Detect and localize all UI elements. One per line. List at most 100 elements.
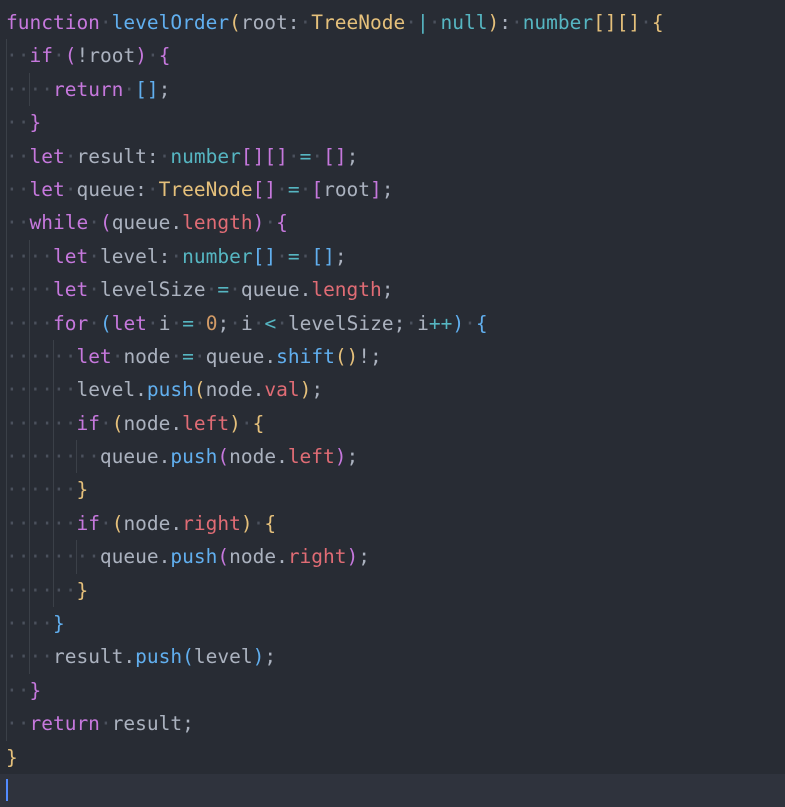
indent-guide [29, 273, 31, 307]
indent-guide [6, 673, 7, 708]
code-line[interactable]: ··} [0, 673, 785, 708]
token-plain: . [264, 344, 277, 368]
token-plain: root [88, 44, 136, 68]
token-builtin: number [182, 244, 253, 268]
code-line[interactable]: ····for·(let·i·=·0;·i·<·levelSize;·i++)·… [0, 306, 785, 340]
token-b3: ) [252, 645, 265, 669]
token-plain: . [276, 445, 288, 469]
token-plain: ; [370, 344, 382, 368]
code-line[interactable]: ······} [0, 573, 785, 608]
leading-whitespace: ······ [6, 478, 77, 502]
code-line[interactable]: ··if·(!root)·{ [0, 39, 785, 73]
code-line[interactable]: ······if·(node.left)·{ [0, 406, 785, 441]
code-line[interactable]: ····let·levelSize·=·queue.length; [0, 273, 785, 307]
token-b1: } [6, 745, 18, 769]
whitespace: · [264, 211, 277, 235]
token-op: = [287, 177, 300, 201]
token-plain: . [299, 278, 312, 302]
code-editor[interactable]: function·levelOrder(root:·TreeNode·|·nul… [0, 0, 785, 807]
token-plain: . [135, 378, 147, 402]
code-content[interactable]: function·levelOrder(root:·TreeNode·|·nul… [0, 6, 785, 807]
code-line[interactable]: ······} [0, 473, 785, 507]
code-line[interactable]: ··return·result; [0, 707, 785, 741]
token-plain: ; [381, 278, 394, 302]
leading-whitespace: ·· [6, 177, 30, 201]
indent-guide [29, 640, 31, 674]
indent-guide [29, 473, 31, 507]
whitespace: · [287, 144, 300, 168]
token-plain: . [276, 545, 288, 569]
whitespace: · [146, 177, 159, 201]
token-b2: ] [370, 177, 382, 201]
code-line[interactable]: ····result.push(level); [0, 640, 785, 674]
token-plain: root [240, 11, 288, 34]
token-plain: ; [311, 378, 324, 402]
token-type: TreeNode [311, 11, 406, 34]
whitespace: · [64, 177, 77, 201]
code-line[interactable]: ··let·queue:·TreeNode[]·=·[root]; [0, 172, 785, 207]
whitespace: · [146, 311, 159, 335]
token-b3: [] [135, 77, 159, 101]
whitespace: · [252, 511, 265, 535]
indent-guide [52, 573, 54, 608]
code-line[interactable]: } [0, 741, 785, 774]
token-kw: let [52, 278, 89, 302]
token-b2: [] [264, 144, 288, 168]
indent-guide [52, 406, 54, 441]
token-b3: } [52, 612, 65, 636]
indent-guide [29, 339, 31, 374]
leading-whitespace: ·· [6, 111, 30, 135]
code-line[interactable]: ··while·(queue.length)·{ [0, 206, 785, 240]
code-line[interactable]: ······if·(node.right)·{ [0, 506, 785, 541]
token-b2: { [158, 44, 171, 68]
leading-whitespace: ·· [6, 44, 30, 68]
token-plain: node [229, 545, 277, 569]
token-plain: . [123, 645, 136, 669]
code-line[interactable]: ······let·node·=·queue.shift()!; [0, 339, 785, 374]
token-plain: : [499, 11, 511, 34]
code-line[interactable]: ··} [0, 106, 785, 140]
token-plain: : [158, 244, 171, 268]
indent-guide [6, 106, 7, 140]
token-plain: . [170, 411, 183, 435]
token-plain: levelSize [287, 311, 394, 335]
token-plain: . [252, 378, 265, 402]
code-line[interactable]: ····} [0, 607, 785, 641]
code-line[interactable]: ····return·[]; [0, 72, 785, 107]
token-plain: i [240, 311, 253, 335]
token-b1: } [76, 478, 89, 502]
code-line[interactable]: ········queue.push(node.left); [0, 440, 785, 474]
token-plain: queue [76, 177, 136, 201]
token-plain: result [111, 712, 183, 736]
whitespace: · [464, 311, 476, 335]
code-line[interactable] [0, 773, 785, 807]
indent-guide [29, 573, 31, 608]
code-line[interactable]: ········queue.push(node.right); [0, 540, 785, 574]
token-prop: length [182, 211, 253, 235]
whitespace: · [276, 177, 288, 201]
code-line[interactable]: function·levelOrder(root:·TreeNode·|·nul… [0, 6, 785, 39]
token-b2: ) [135, 44, 147, 68]
token-plain: level [99, 244, 159, 268]
token-b1: [] [593, 11, 617, 34]
token-b1: ( [193, 378, 206, 402]
code-line[interactable]: ······level.push(node.val); [0, 373, 785, 407]
whitespace: · [88, 278, 100, 302]
token-b1: { [651, 11, 664, 34]
token-fn: levelOrder [111, 11, 230, 34]
token-num: 0 [205, 311, 218, 335]
token-b1: ) [240, 511, 253, 535]
whitespace: · [229, 311, 241, 335]
token-builtin: | [416, 11, 429, 34]
token-fn: shift [276, 344, 335, 368]
whitespace: · [88, 211, 100, 235]
code-line[interactable]: ····let·level:·number[]·=·[]; [0, 239, 785, 274]
token-b1: ( [229, 11, 241, 34]
token-builtin: number [170, 144, 241, 168]
code-line[interactable]: ··let·result:·number[][]·=·[]; [0, 139, 785, 173]
whitespace: · [299, 11, 312, 34]
indent-guide [6, 440, 7, 474]
indent-guide [29, 440, 31, 474]
token-b1: ( [111, 411, 124, 435]
indent-guide [76, 540, 78, 574]
